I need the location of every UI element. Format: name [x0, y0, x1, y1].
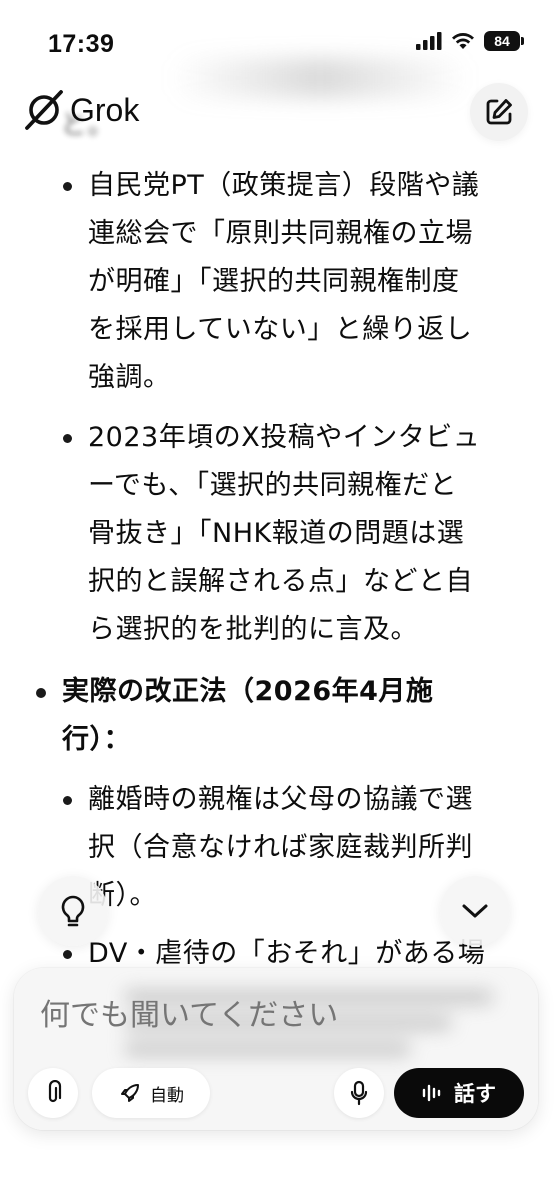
- rocket-icon: [121, 1084, 139, 1102]
- list-item-line: 択的と誤解される点」などと自: [88, 566, 473, 597]
- list-item-line: ら選択的を批判的に言及。: [88, 614, 418, 645]
- list-item-line: ーでも、「選択的共同親権だと: [88, 470, 458, 501]
- voice-talk-button[interactable]: 話す: [394, 1068, 524, 1118]
- status-time: 17:39: [48, 30, 115, 58]
- bullet-dot: [63, 434, 72, 443]
- list-item-line: 連総会で「原則共同親権の立場: [88, 218, 473, 249]
- list-item-line: 2023年頃のX投稿やインタビュ: [88, 422, 481, 453]
- list-item-line: 自民党PT（政策提言）段階や議: [88, 170, 480, 201]
- suggestions-button[interactable]: [38, 876, 108, 946]
- signal-icon: [416, 32, 442, 50]
- microphone-icon: [350, 1080, 368, 1106]
- list-item-line: 離婚時の親権は父母の協議で選: [88, 784, 473, 815]
- scroll-down-button[interactable]: [440, 876, 510, 946]
- wifi-icon: [452, 33, 474, 49]
- list-item-line: 骨抜き」「NHK報道の問題は選: [88, 518, 465, 549]
- message-input[interactable]: [40, 998, 510, 1033]
- edit-icon: [486, 99, 512, 125]
- new-chat-button[interactable]: [470, 83, 528, 141]
- mode-auto-label: 自動: [150, 1085, 184, 1106]
- attach-button[interactable]: [28, 1068, 78, 1118]
- lightbulb-icon: [61, 895, 85, 927]
- list-item-line: DV・虐待の「おそれ」がある場: [88, 938, 486, 969]
- bullet-dot: [36, 688, 46, 698]
- status-icons: 84: [416, 31, 524, 51]
- chevron-down-icon: [462, 904, 488, 918]
- chat-composer: 自動 話す: [14, 968, 538, 1130]
- list-item-line: を採用していない」と繰り返し: [88, 314, 473, 345]
- text-fragment-top: と。: [60, 110, 115, 141]
- bullet-dot: [63, 182, 72, 191]
- blurred-previous-text: [170, 58, 470, 98]
- paperclip-icon: [48, 1080, 62, 1103]
- list-item-line: 択（合意なければ家庭裁判所判: [88, 832, 473, 863]
- list-item-line: が明確」「選択的共同親権制度: [88, 266, 460, 297]
- bullet-dot: [63, 796, 72, 805]
- microphone-button[interactable]: [334, 1068, 384, 1118]
- bullet-dot: [63, 950, 72, 959]
- grok-logo-icon: [25, 90, 63, 130]
- waveform-icon: [422, 1084, 441, 1102]
- battery-icon: 84: [484, 31, 524, 51]
- list-item-line: 強調。: [88, 362, 171, 393]
- list-item-line: 実際の改正法（2026年4月施: [62, 676, 434, 707]
- voice-talk-label: 話す: [454, 1082, 496, 1106]
- mode-auto-button[interactable]: 自動: [92, 1068, 210, 1118]
- battery-level: 84: [494, 33, 510, 49]
- list-item-line: 行）：: [62, 724, 131, 755]
